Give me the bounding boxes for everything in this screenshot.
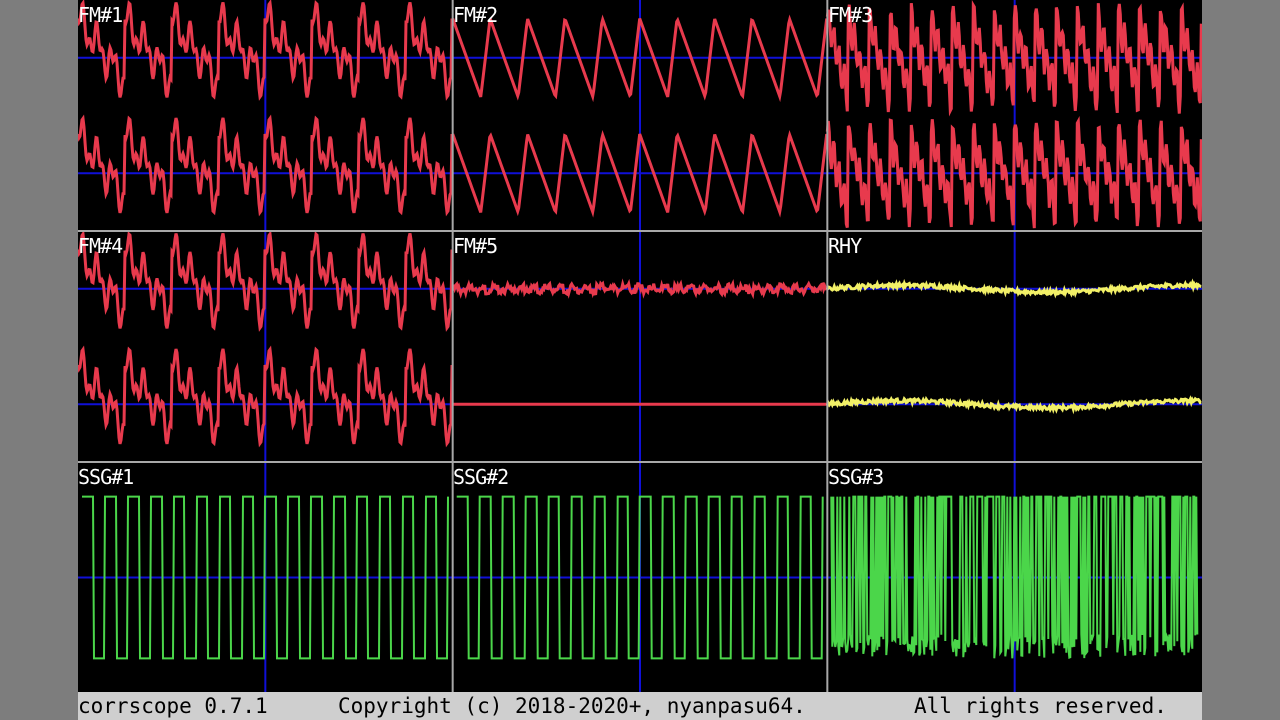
waveform [830,495,1199,660]
channel-label-ssg3: SSG#3 [828,465,884,489]
channel-label-fm4: FM#4 [78,234,123,258]
oscilloscope-screen: FM#1 FM#2 FM#3 FM#4 FM#5 RHY SSG#1 SSG#2… [78,0,1202,720]
oscilloscope-canvas [78,0,1202,692]
channel-label-ssg2: SSG#2 [453,465,509,489]
channel-label-fm3: FM#3 [828,3,873,27]
channel-label-fm5: FM#5 [453,234,498,258]
left-letterbox-bar [0,0,78,720]
copyright-text: Copyright (c) 2018-2020+, nyanpasu64. [338,694,806,718]
rights-text: All rights reserved. [914,694,1167,718]
right-letterbox-bar [1202,0,1280,720]
channel-label-rhy: RHY [828,234,862,258]
channel-label-fm2: FM#2 [453,3,498,27]
version-text: corrscope 0.7.1 [78,694,268,718]
copyright-footer: corrscope 0.7.1 Copyright (c) 2018-2020+,… [78,692,1202,720]
channel-label-ssg1: SSG#1 [78,465,134,489]
channel-label-fm1: FM#1 [78,3,123,27]
